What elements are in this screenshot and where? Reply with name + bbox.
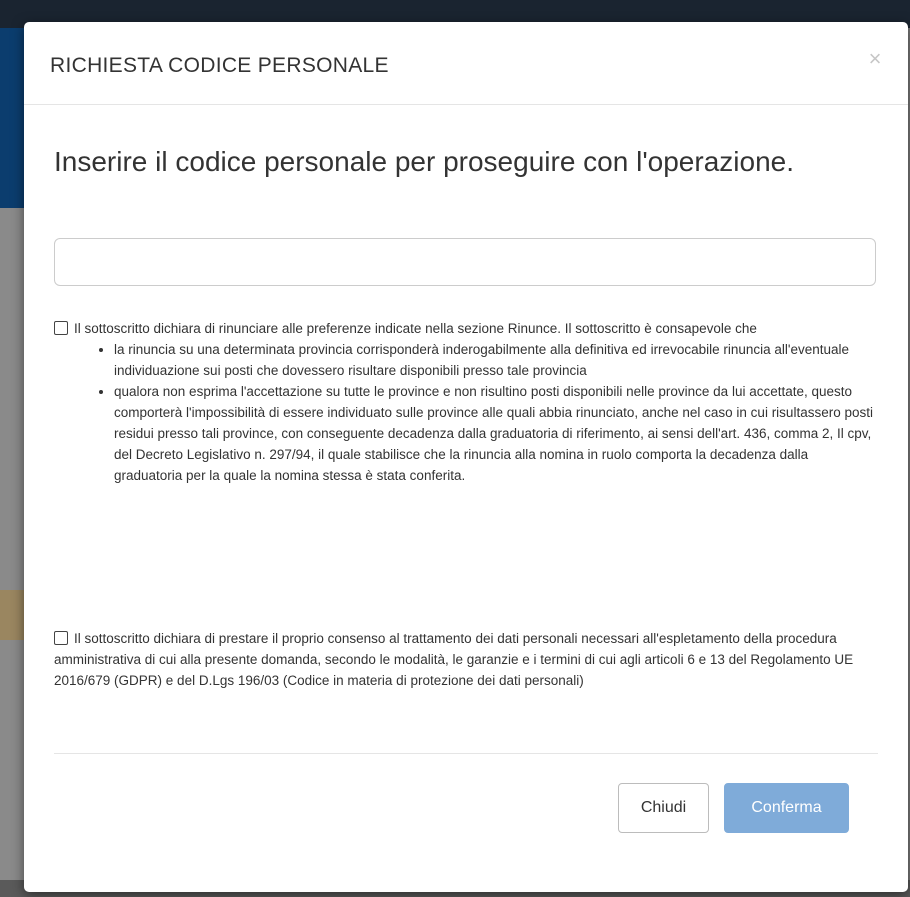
close-icon[interactable]: × — [864, 48, 886, 70]
privacy-consent-declaration: Il sottoscritto dichiara di prestare il … — [54, 628, 878, 691]
waiver-declaration: Il sottoscritto dichiara di rinunciare a… — [54, 318, 878, 486]
waiver-checkbox[interactable] — [54, 321, 68, 335]
modal-header: RICHIESTA CODICE PERSONALE × — [24, 22, 908, 105]
footer-divider — [54, 753, 878, 754]
list-item: la rinuncia su una determinata provincia… — [114, 339, 878, 381]
waiver-declaration-text: Il sottoscritto dichiara di rinunciare a… — [74, 321, 757, 336]
waiver-consequences-list: la rinuncia su una determinata provincia… — [54, 339, 878, 486]
instruction-heading: Inserire il codice personale per prosegu… — [54, 146, 794, 177]
list-item: qualora non esprima l'accettazione su tu… — [114, 381, 878, 486]
modal-title: RICHIESTA CODICE PERSONALE — [50, 54, 389, 77]
privacy-consent-text: Il sottoscritto dichiara di prestare il … — [54, 631, 854, 688]
personal-code-modal: RICHIESTA CODICE PERSONALE × Inserire il… — [24, 22, 908, 892]
close-button[interactable]: Chiudi — [618, 783, 709, 833]
personal-code-input[interactable] — [54, 238, 876, 286]
privacy-consent-checkbox[interactable] — [54, 631, 68, 645]
confirm-button[interactable]: Conferma — [724, 783, 849, 833]
